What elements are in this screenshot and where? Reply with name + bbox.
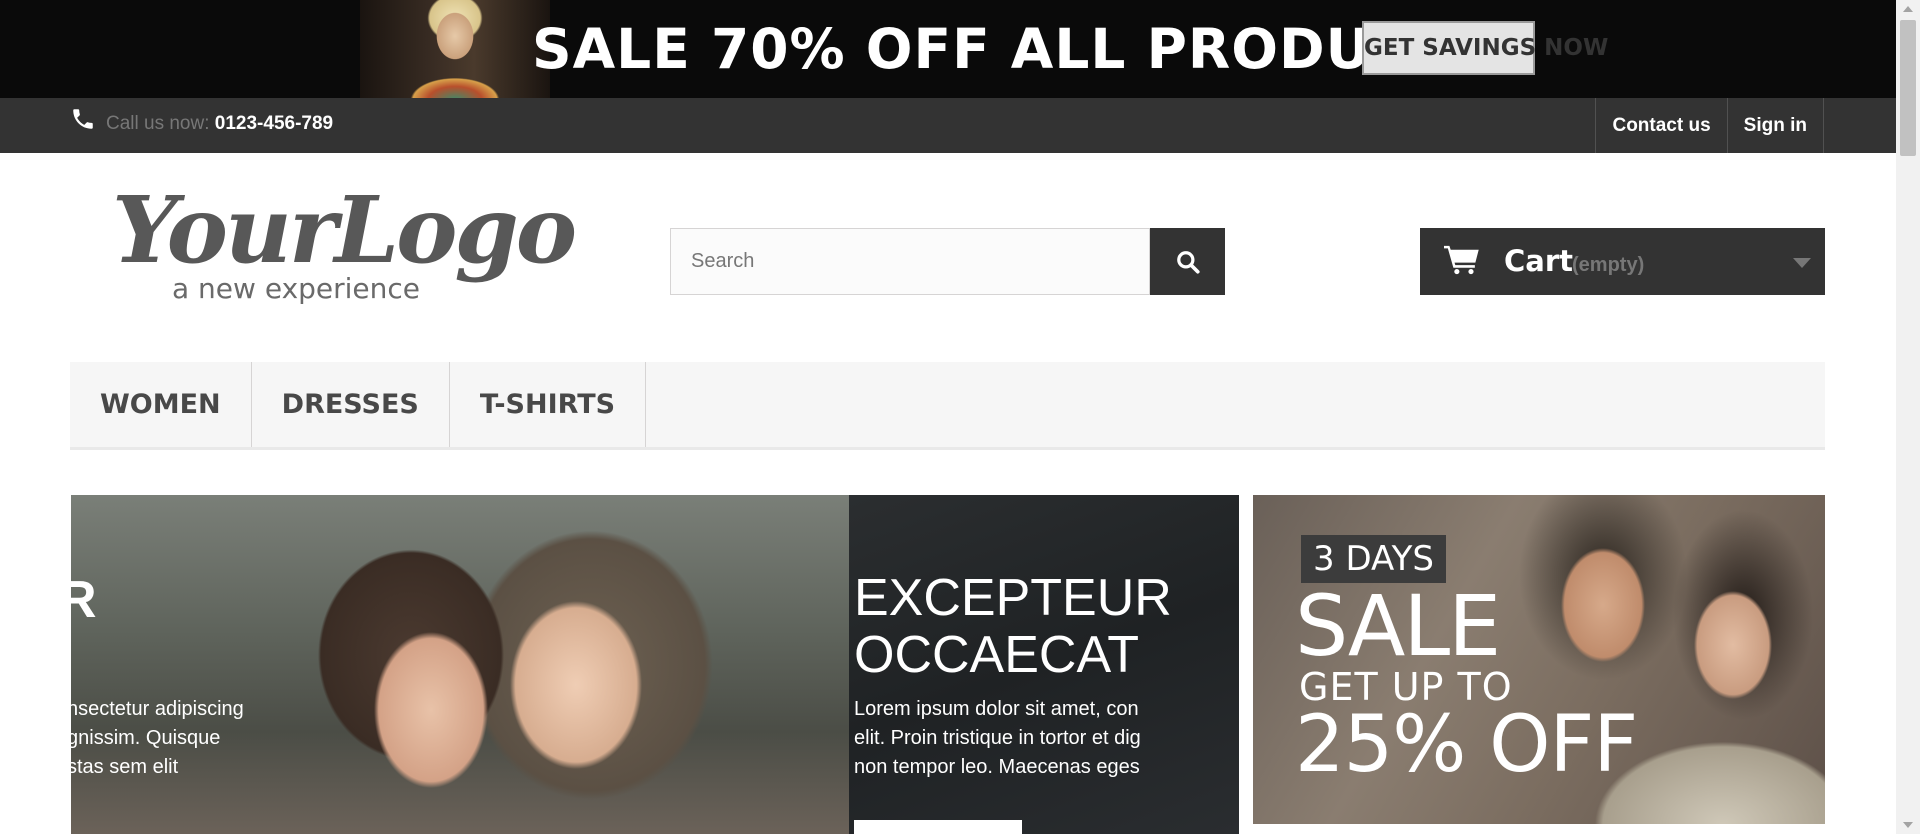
- days-badge: 3 DAYS: [1301, 535, 1446, 583]
- previous-slide-text: nsectetur adipiscing gnissim. Quisque st…: [71, 695, 307, 782]
- get-savings-button[interactable]: GET SAVINGS NOW: [1362, 21, 1608, 75]
- cart-dropdown-arrow-icon: [1793, 258, 1811, 268]
- sale-discount: 25% OFF: [1295, 700, 1638, 790]
- homepage-slider[interactable]: R nsectetur adipiscing gnissim. Quisque …: [71, 495, 1239, 834]
- cart-status: (empty): [1572, 254, 1645, 276]
- cart-label: Cart: [1504, 244, 1574, 278]
- main-menu: WOMEN DRESSES T-SHIRTS: [70, 362, 1825, 450]
- phone-icon: [73, 109, 93, 129]
- slide-description-line: non tempor leo. Maecenas eges: [854, 756, 1140, 778]
- search-button[interactable]: [1150, 228, 1225, 295]
- previous-slide-text-line: gnissim. Quisque: [71, 727, 221, 749]
- sign-in-link[interactable]: Sign in: [1726, 98, 1824, 153]
- slide-title-line: OCCAECAT: [854, 626, 1140, 684]
- slide-description: Lorem ipsum dolor sit amet, con elit. Pr…: [854, 695, 1141, 782]
- shopping-cart-icon: [1444, 245, 1479, 275]
- slide-description-line: Lorem ipsum dolor sit amet, con: [854, 698, 1139, 720]
- promo-banner[interactable]: SALE 70% OFF ALL PRODUCTS GET SAVINGS NO…: [0, 0, 1896, 98]
- previous-slide-text-line: nsectetur adipiscing: [71, 698, 244, 720]
- contact-us-link[interactable]: Contact us: [1595, 98, 1726, 153]
- phone-number: 0123-456-789: [214, 113, 334, 134]
- slide-title: EXCEPTEUR OCCAECAT: [854, 570, 1172, 684]
- promo-banner-text: SALE 70% OFF ALL PRODUCTS: [532, 17, 1492, 81]
- page: SALE 70% OFF ALL PRODUCTS GET SAVINGS NO…: [0, 0, 1896, 834]
- cart-button[interactable]: Cart (empty): [1420, 228, 1825, 295]
- search-icon: [1177, 251, 1200, 274]
- promo-model-photo: [360, 0, 550, 98]
- search-input[interactable]: [670, 228, 1150, 295]
- call-us-text: Call us now: 0123-456-789: [106, 113, 333, 135]
- side-promo-banner[interactable]: 3 DAYS SALE GET UP TO 25% OFF: [1253, 495, 1825, 824]
- sale-heading: SALE: [1295, 577, 1501, 675]
- call-us-label: Call us now:: [106, 113, 210, 134]
- scrollbar-thumb[interactable]: [1900, 20, 1916, 156]
- account-links: Contact us Sign in: [1595, 98, 1824, 153]
- menu-item-tshirts[interactable]: T-SHIRTS: [450, 362, 647, 447]
- previous-slide-text-line: stas sem elit: [71, 756, 179, 778]
- scroll-up-arrow-icon[interactable]: [1903, 6, 1913, 12]
- page-scrollbar[interactable]: [1896, 0, 1920, 834]
- site-logo[interactable]: YourLogo a new experience: [108, 180, 577, 310]
- previous-slide-title-fragment: R: [71, 571, 97, 629]
- slide-shop-now-button[interactable]: [854, 820, 1022, 834]
- slide-photo: [71, 495, 849, 834]
- menu-item-women[interactable]: WOMEN: [70, 362, 252, 447]
- logo-wordmark: YourLogo: [112, 176, 577, 284]
- slide-title-line: EXCEPTEUR: [854, 569, 1172, 627]
- menu-item-dresses[interactable]: DRESSES: [252, 362, 450, 447]
- slide-description-line: elit. Proin tristique in tortor et dig: [854, 727, 1141, 749]
- scroll-down-arrow-icon[interactable]: [1903, 822, 1913, 828]
- logo-tagline: a new experience: [172, 272, 421, 305]
